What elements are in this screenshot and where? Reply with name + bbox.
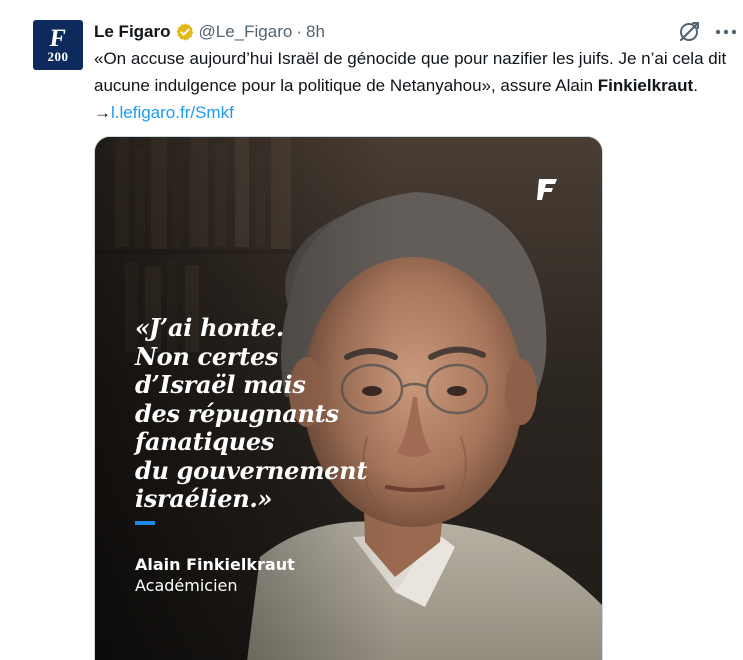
avatar-logo-glyph: F [48,24,68,52]
quote-author-title: Académicien [135,576,238,595]
quote-line: des répugnants [135,398,339,428]
timestamp[interactable]: 8h [306,22,325,42]
accent-divider [135,521,155,525]
quote-text: «J’ai honte. Non certes d’Israël mais de… [135,313,405,514]
more-icon[interactable] [713,21,739,43]
tweet-text-bold-name: Finkielkraut [597,76,694,95]
tweet-header: Le Figaro @Le_Figaro · 8h [94,18,325,46]
quote-line: d’Israël mais [135,370,306,399]
quote-line: du gouvernement [135,455,368,485]
quote-line: «J’ai honte. [135,313,284,342]
avatar[interactable]: F 200 [33,20,83,70]
quote-line: fanatiques [135,427,275,456]
display-name[interactable]: Le Figaro [94,22,171,42]
quote-author-name: Alain Finkielkraut [135,555,295,574]
handle[interactable]: @Le_Figaro [199,22,293,42]
verified-badge-icon[interactable] [175,22,195,42]
tweet-card[interactable]: F 200 Le Figaro @Le_Figaro · 8h «On accu… [0,0,743,660]
article-link[interactable]: l.lefigaro.fr/Smkf [111,103,234,122]
quote-line: israélien.» [135,484,273,513]
quote-line: Non certes [135,341,279,371]
separator-dot: · [296,22,302,41]
grok-icon[interactable] [676,19,702,45]
tweet-text: «On accuse aujourd’hui Israël de génocid… [94,45,734,126]
le-figaro-brand-mark-icon [537,179,557,200]
